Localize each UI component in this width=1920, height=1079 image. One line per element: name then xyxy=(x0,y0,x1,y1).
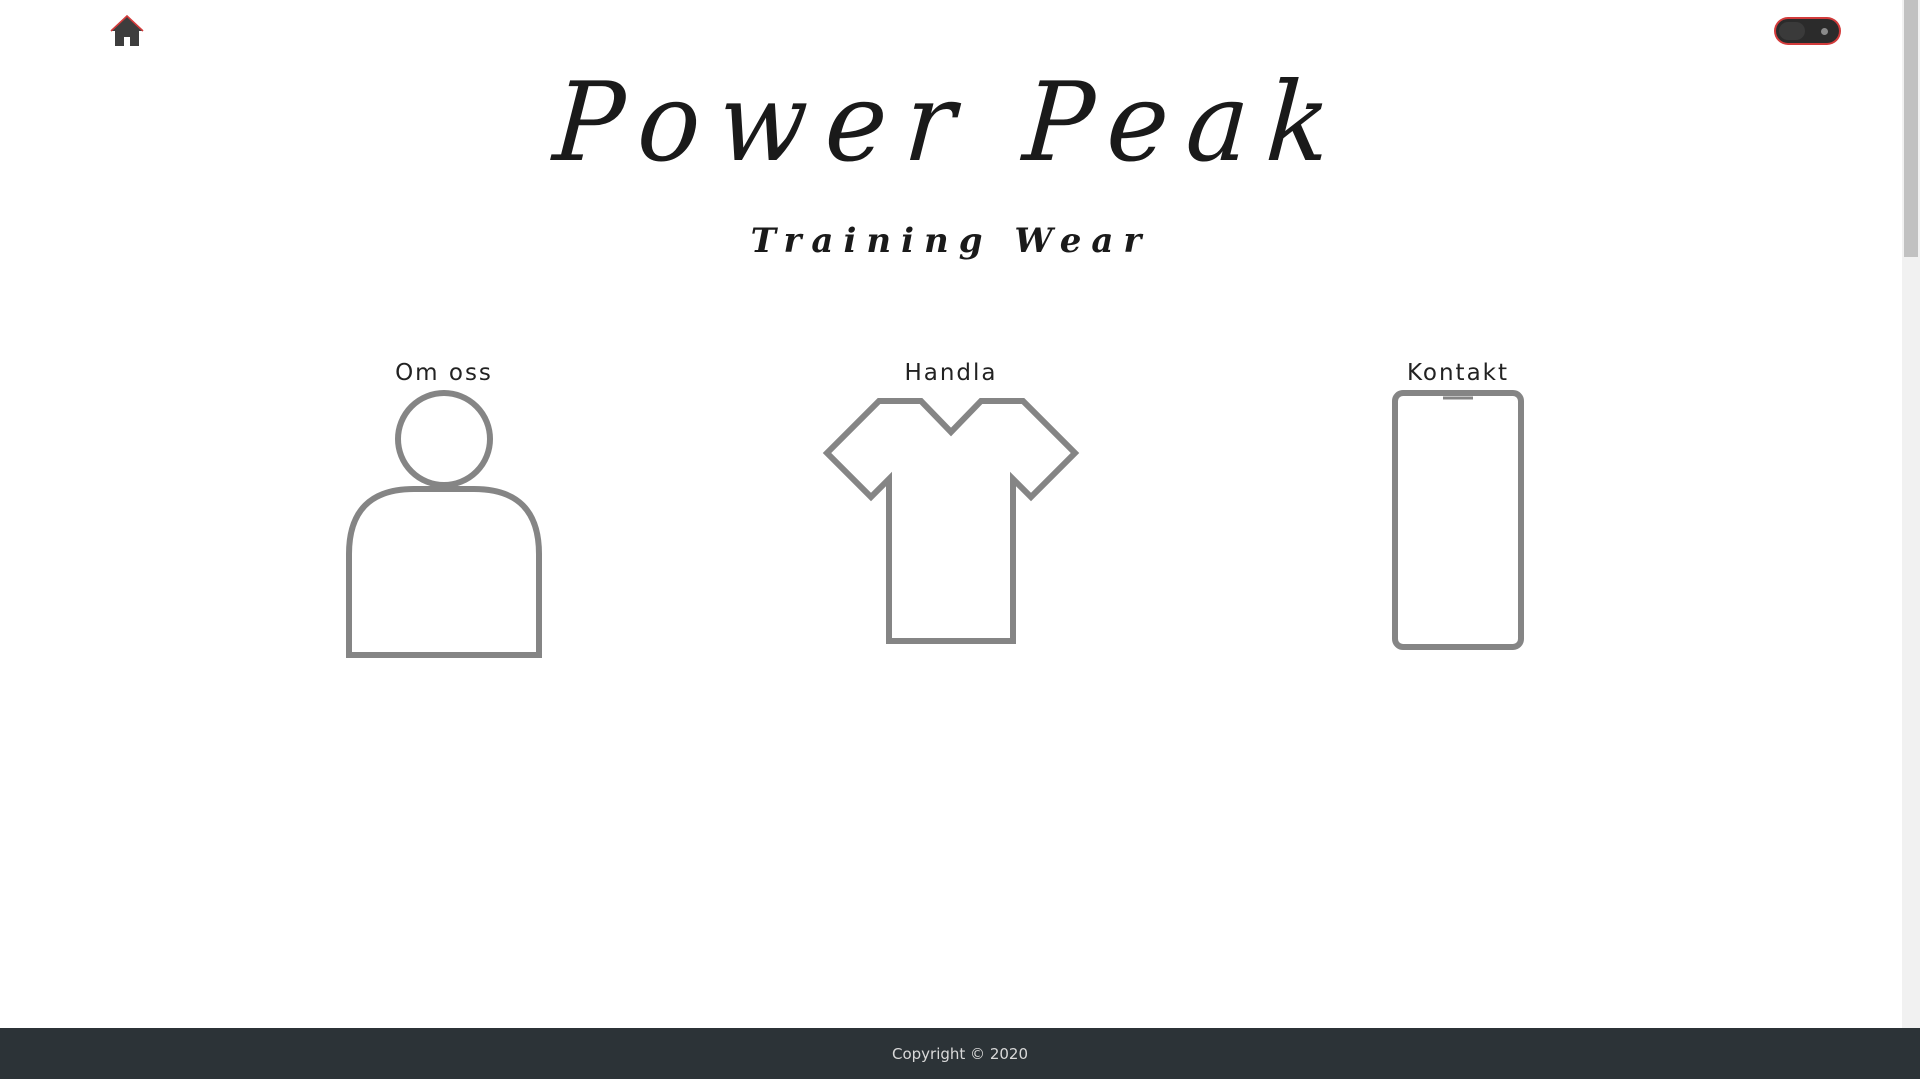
nav-label-handla: Handla xyxy=(904,360,998,386)
brand-title: Power Peak xyxy=(549,57,1353,187)
home-icon xyxy=(110,14,144,46)
main-content: Power Peak Training Wear Om oss Handla K… xyxy=(0,0,1902,1028)
nav-card-handla[interactable]: Handla xyxy=(801,357,1101,659)
nav-card-om-oss[interactable]: Om oss xyxy=(294,357,594,659)
nav-label-kontakt: Kontakt xyxy=(1406,360,1510,386)
page: Power Peak Training Wear Om oss Handla K… xyxy=(0,0,1920,1079)
footer: Copyright © 2020 xyxy=(0,1028,1920,1079)
footer-copyright: Copyright © 2020 xyxy=(891,1045,1028,1063)
scrollbar-thumb[interactable] xyxy=(1904,0,1918,257)
brand-subtitle: Training Wear xyxy=(750,221,1152,261)
theme-toggle[interactable] xyxy=(1776,19,1839,43)
person-icon xyxy=(346,390,542,658)
tshirt-icon xyxy=(822,398,1080,644)
sun-icon xyxy=(1821,28,1828,35)
home-link[interactable] xyxy=(110,14,144,48)
phone-icon xyxy=(1392,390,1524,650)
nav-card-kontakt[interactable]: Kontakt xyxy=(1308,357,1608,659)
nav-label-om-oss: Om oss xyxy=(395,360,493,386)
vertical-scrollbar[interactable] xyxy=(1902,0,1920,1028)
toggle-knob xyxy=(1779,22,1805,40)
